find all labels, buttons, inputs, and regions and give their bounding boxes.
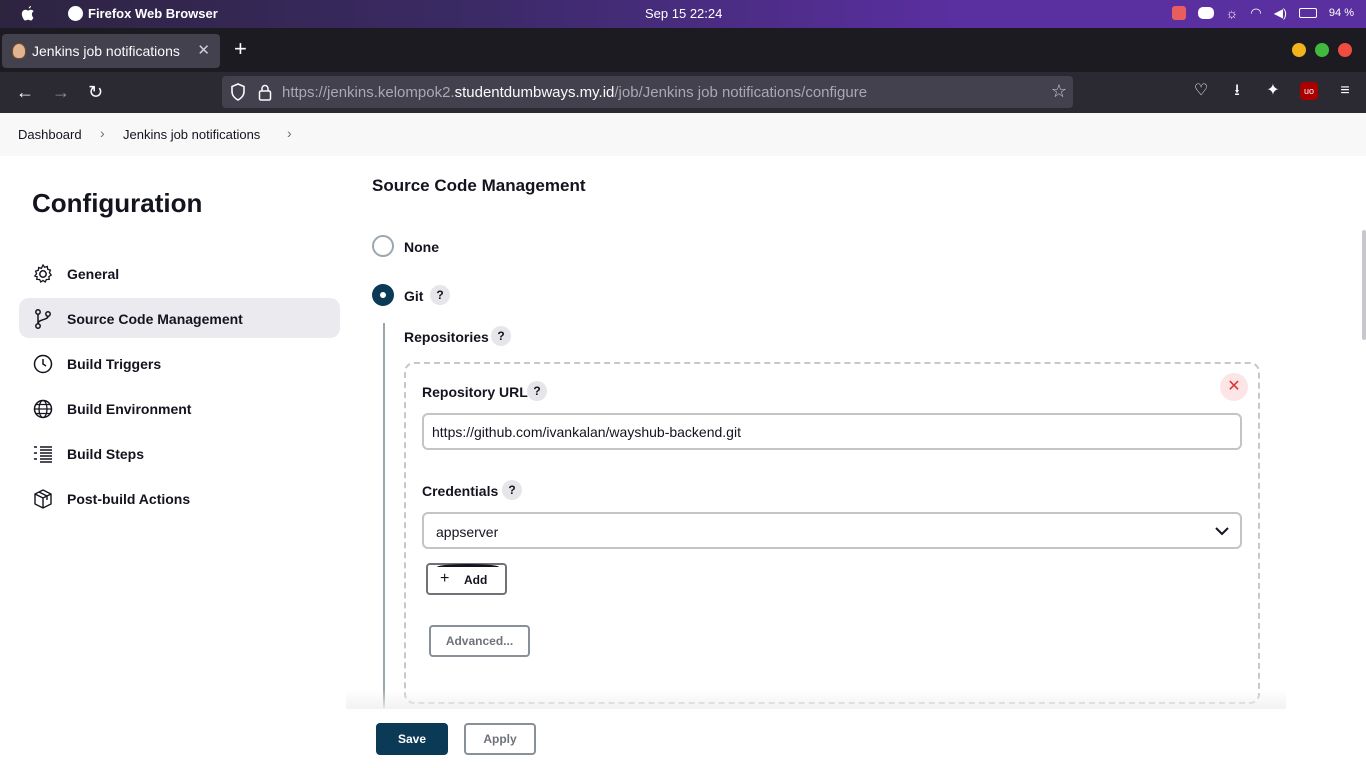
firefox-icon xyxy=(68,6,83,21)
breadcrumb-dashboard[interactable]: Dashboard xyxy=(18,127,82,142)
url-path: /job/Jenkins job notifications/configure xyxy=(614,84,868,101)
clock[interactable]: Sep 15 22:24 xyxy=(645,6,722,21)
minimize-button[interactable] xyxy=(1292,43,1306,57)
credentials-select[interactable]: appserver xyxy=(422,512,1242,549)
git-help-icon[interactable]: ? xyxy=(430,285,450,305)
delete-repository-icon[interactable]: ✕ xyxy=(1220,373,1248,401)
url-text[interactable]: https://jenkins.kelompok2.studentdumbway… xyxy=(282,84,867,101)
back-icon[interactable]: ← xyxy=(16,82,34,103)
breadcrumb-job[interactable]: Jenkins job notifications xyxy=(123,127,260,142)
advanced-button[interactable]: Advanced... xyxy=(429,625,530,657)
timer-icon xyxy=(33,354,53,374)
config-sidebar: General Source Code Management Build Tri… xyxy=(19,253,340,523)
git-section-indent-line xyxy=(383,323,385,708)
apple-icon[interactable] xyxy=(20,5,36,23)
forward-icon[interactable]: → xyxy=(52,82,70,103)
active-app-name[interactable]: Firefox Web Browser xyxy=(88,6,218,21)
lock-icon[interactable] xyxy=(258,83,272,101)
sidebar-item-build-triggers[interactable]: Build Triggers xyxy=(19,343,340,383)
repositories-label: Repositories xyxy=(404,329,489,345)
discord-icon[interactable] xyxy=(1197,7,1214,19)
plus-icon: + xyxy=(440,570,450,587)
credentials-selected-value: appserver xyxy=(436,524,499,540)
chevron-down-icon xyxy=(1215,527,1229,536)
add-button-label: Add xyxy=(464,573,488,587)
reload-icon[interactable]: ↻ xyxy=(88,82,103,103)
sidebar-item-build-environment[interactable]: Build Environment xyxy=(19,388,340,428)
sidebar-item-build-steps[interactable]: Build Steps xyxy=(19,433,340,473)
radio-none-label[interactable]: None xyxy=(404,239,439,255)
repository-url-label: Repository URL xyxy=(422,384,528,400)
sidebar-item-label: Build Triggers xyxy=(67,356,162,372)
browser-tab[interactable]: Jenkins job notifications ✕ xyxy=(2,34,220,68)
section-title: Source Code Management xyxy=(372,176,586,195)
apply-button[interactable]: Apply xyxy=(464,723,536,755)
sidebar-item-post-build-actions[interactable]: Post-build Actions xyxy=(19,478,340,518)
download-icon[interactable]: ⭳ xyxy=(1228,82,1246,100)
chevron-right-icon[interactable]: › xyxy=(287,125,292,141)
footer-shadow xyxy=(346,690,1286,710)
page-title: Configuration xyxy=(32,188,203,218)
save-button[interactable]: Save xyxy=(376,723,448,755)
breadcrumb: Dashboard › Jenkins job notifications › xyxy=(0,113,1366,156)
brightness-icon[interactable]: ☼ xyxy=(1226,5,1239,21)
url-bar[interactable]: https://jenkins.kelompok2.studentdumbway… xyxy=(222,76,1073,108)
wifi-icon[interactable]: ◠ xyxy=(1250,5,1261,21)
repository-url-help-icon[interactable]: ? xyxy=(527,381,547,401)
window-controls xyxy=(1292,43,1352,57)
radio-git-label[interactable]: Git xyxy=(404,288,423,304)
navigation-bar: ← → ↻ https://jenkins.kelompok2.studentd… xyxy=(0,72,1366,113)
sidebar-item-label: Build Steps xyxy=(67,446,145,462)
globe-icon xyxy=(33,399,53,419)
branch-icon xyxy=(35,309,51,329)
close-window-button[interactable] xyxy=(1338,43,1352,57)
sidebar-item-source-code-management[interactable]: Source Code Management xyxy=(19,298,340,338)
volume-icon[interactable]: ◀︎) xyxy=(1274,6,1287,20)
url-prefix: https://jenkins.kelompok2. xyxy=(282,84,455,101)
battery-level[interactable]: 94 % xyxy=(1329,7,1354,19)
sidebar-item-label: General xyxy=(67,266,120,282)
os-top-bar: Firefox Web Browser Sep 15 22:24 ☼ ◠ ◀︎)… xyxy=(0,0,1366,28)
radio-git[interactable] xyxy=(372,284,394,306)
pocket-icon[interactable]: ♡ xyxy=(1192,82,1210,100)
tab-strip: Jenkins job notifications ✕ + xyxy=(0,28,1366,72)
close-tab-icon[interactable]: ✕ xyxy=(197,41,210,59)
gear-icon xyxy=(33,263,53,283)
repository-url-input[interactable] xyxy=(422,413,1242,450)
new-tab-icon[interactable]: + xyxy=(234,36,247,62)
system-tray: ☼ ◠ ◀︎) 94 % xyxy=(1171,5,1354,21)
add-credentials-button[interactable]: + Add xyxy=(426,563,507,595)
sidebar-item-label: Build Environment xyxy=(67,401,192,417)
page-scrollbar[interactable] xyxy=(1362,230,1366,340)
credentials-help-icon[interactable]: ? xyxy=(502,480,522,500)
sidebar-item-label: Source Code Management xyxy=(67,311,243,327)
list-icon xyxy=(34,446,52,463)
ublock-icon[interactable]: uo xyxy=(1300,82,1318,100)
battery-icon[interactable] xyxy=(1298,8,1317,18)
calendar-app-icon[interactable] xyxy=(1171,6,1186,20)
url-domain: studentdumbways.my.id xyxy=(454,84,615,101)
gnome-extension-icon[interactable]: ✦ xyxy=(1264,82,1282,100)
sidebar-item-label: Post-build Actions xyxy=(67,491,191,507)
maximize-button[interactable] xyxy=(1315,43,1329,57)
radio-none[interactable] xyxy=(372,235,394,257)
toolbar-icons: ♡ ⭳ ✦ uo ≡ xyxy=(1192,82,1354,100)
tab-title: Jenkins job notifications xyxy=(32,43,180,59)
chevron-right-icon: › xyxy=(100,125,105,141)
package-icon xyxy=(34,489,52,509)
menu-icon[interactable]: ≡ xyxy=(1336,82,1354,100)
repositories-help-icon[interactable]: ? xyxy=(491,326,511,346)
sidebar-item-general[interactable]: General xyxy=(19,253,340,293)
bookmark-star-icon[interactable]: ☆ xyxy=(1051,81,1067,102)
tracking-shield-icon[interactable] xyxy=(230,83,246,101)
credentials-label: Credentials xyxy=(422,483,499,499)
jenkins-favicon-icon xyxy=(12,43,26,59)
